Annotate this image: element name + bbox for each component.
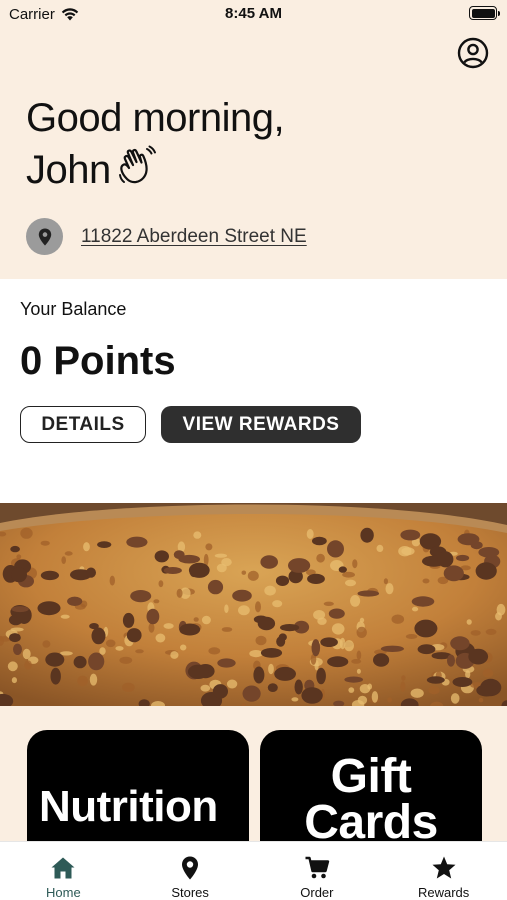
star-icon bbox=[432, 856, 456, 879]
balance-card: Your Balance 0 Points DETAILS VIEW REWAR… bbox=[0, 279, 507, 503]
home-icon bbox=[51, 857, 75, 879]
user-name: John bbox=[26, 148, 111, 192]
tab-home-label: Home bbox=[46, 885, 81, 900]
address-selector[interactable]: 11822 Aberdeen Street NE bbox=[26, 218, 307, 255]
location-pin-icon bbox=[182, 856, 199, 880]
location-pin-icon bbox=[38, 228, 51, 245]
profile-icon bbox=[457, 37, 489, 69]
gift-cards-tile-label: Gift Cards bbox=[304, 750, 438, 842]
tab-home[interactable]: Home bbox=[0, 842, 127, 900]
status-time: 8:45 AM bbox=[225, 5, 282, 22]
bottom-tab-bar: Home Stores Order Rewards bbox=[0, 841, 507, 900]
address-pin-badge bbox=[26, 218, 63, 255]
tab-rewards-label: Rewards bbox=[417, 885, 470, 900]
balance-label: Your Balance bbox=[20, 299, 127, 319]
feature-tiles: Nutrition Gift Cards bbox=[0, 706, 507, 841]
view-rewards-button[interactable]: VIEW REWARDS bbox=[161, 406, 361, 443]
cart-icon bbox=[305, 856, 330, 879]
tab-order-label: Order bbox=[300, 885, 334, 900]
battery-icon bbox=[469, 6, 500, 20]
details-button[interactable]: DETAILS bbox=[20, 406, 146, 443]
points-value: 0 Points bbox=[20, 339, 176, 383]
address-link[interactable]: 11822 Aberdeen Street NE bbox=[81, 226, 307, 248]
status-bar: Carrier 8:45 AM bbox=[0, 0, 507, 30]
pizza-hero-image bbox=[0, 503, 507, 706]
greeting-title: Good morning, John bbox=[26, 92, 285, 200]
tab-stores-label: Stores bbox=[171, 885, 209, 900]
waving-hand-icon bbox=[117, 145, 157, 200]
greeting-line: Good morning, bbox=[26, 96, 285, 140]
profile-button[interactable] bbox=[457, 37, 489, 69]
greeting-header: Good morning, John 11822 Aberdeen Street… bbox=[0, 30, 507, 279]
gift-cards-tile[interactable]: Gift Cards bbox=[260, 730, 482, 841]
tab-stores[interactable]: Stores bbox=[127, 842, 254, 900]
nutrition-tile-label: Nutrition bbox=[39, 782, 218, 831]
nutrition-tile[interactable]: Nutrition bbox=[27, 730, 249, 841]
tab-order[interactable]: Order bbox=[254, 842, 381, 900]
tab-rewards[interactable]: Rewards bbox=[380, 842, 507, 900]
greeting-name-line: John bbox=[26, 144, 284, 200]
